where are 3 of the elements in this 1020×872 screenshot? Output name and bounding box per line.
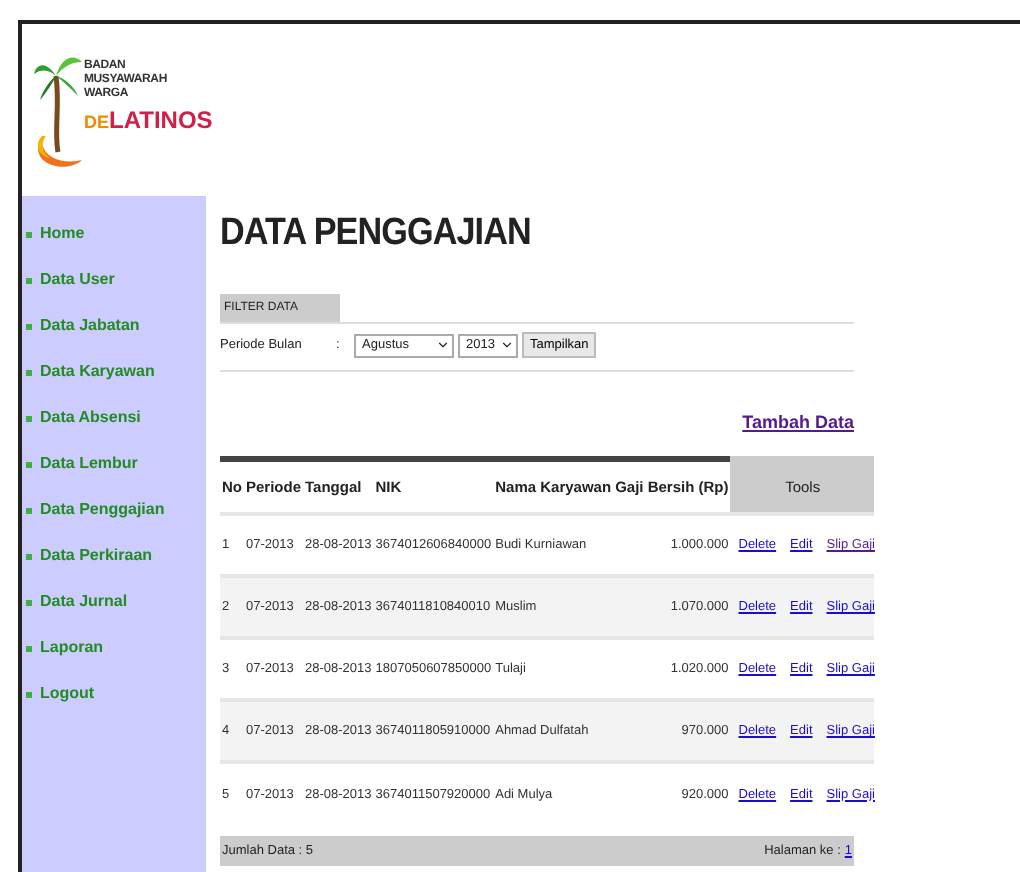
logo-brand: DELATINOS [84,106,213,136]
page-title: DATA PENGGAJIAN [220,212,533,256]
add-data-link[interactable]: Tambah Data [742,412,854,432]
